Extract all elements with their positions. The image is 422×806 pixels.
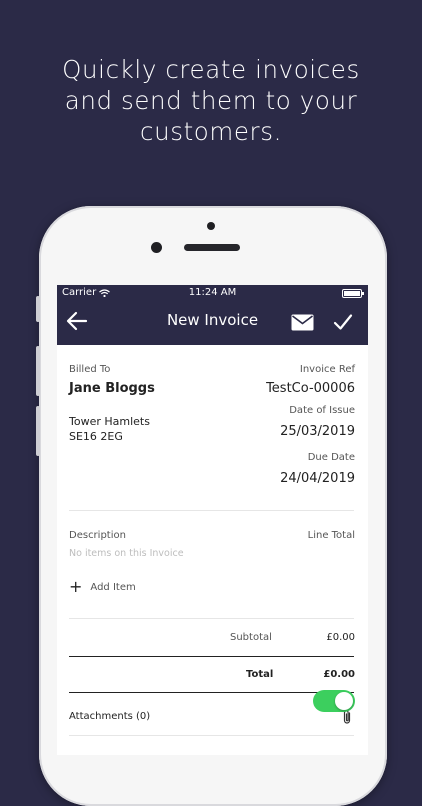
page-title: New Invoice — [166, 311, 259, 329]
plus-icon: + — [69, 577, 83, 596]
items-divider — [69, 618, 354, 619]
volume-down-button — [36, 406, 40, 456]
invoice-ref-label: Invoice Ref — [299, 364, 355, 375]
date-of-issue-value[interactable]: 25/03/2019 — [280, 424, 355, 439]
address-line-1: Tower Hamlets — [69, 415, 150, 428]
subtotal-label: Subtotal — [230, 632, 272, 643]
headline-line-3: customers. — [140, 117, 282, 146]
billed-to-label: Billed To — [69, 364, 111, 375]
add-item-button[interactable]: + Add Item — [69, 577, 136, 596]
customer-name[interactable]: Jane Bloggs — [69, 381, 155, 396]
status-time: 11:24 AM — [188, 287, 237, 298]
due-date-value[interactable]: 24/04/2019 — [280, 471, 355, 486]
address-line-2: SE16 2EG — [69, 430, 123, 443]
section-divider — [69, 510, 354, 511]
envelope-icon — [291, 314, 314, 331]
status-bar: Carrier 11:24 AM — [57, 285, 368, 301]
front-camera — [207, 222, 215, 230]
description-header: Description — [69, 530, 126, 541]
app-screen: Carrier 11:24 AM New Invoice Billed To J… — [57, 285, 368, 755]
subtotal-value: £0.00 — [326, 632, 355, 643]
totals-divider — [69, 656, 354, 658]
headline-line-2: and send them to your — [64, 86, 358, 115]
add-item-label: Add Item — [90, 581, 136, 593]
attachments-label: Attachments (0) — [69, 711, 151, 722]
total-value: £0.00 — [323, 669, 355, 680]
total-label: Total — [246, 669, 274, 680]
promo-headline: Quickly create invoices and send them to… — [0, 54, 422, 147]
checkmark-icon — [333, 314, 353, 330]
attachments-divider — [69, 735, 354, 736]
save-invoice-button[interactable] — [333, 312, 353, 336]
battery-icon — [342, 289, 364, 298]
option-toggle[interactable] — [313, 690, 355, 712]
invoice-ref-value[interactable]: TestCo-00006 — [266, 381, 355, 396]
total-bottom-divider — [69, 692, 354, 694]
volume-up-button — [36, 346, 40, 396]
add-attachment-button[interactable] — [342, 709, 352, 729]
proximity-sensor — [151, 242, 162, 253]
navigation-bar: New Invoice — [57, 301, 368, 345]
date-of-issue-label: Date of Issue — [289, 405, 355, 416]
empty-items-text: No items on this Invoice — [69, 548, 184, 559]
mute-switch — [36, 296, 40, 322]
headline-line-1: Quickly create invoices — [62, 55, 360, 84]
send-email-button[interactable] — [291, 314, 314, 335]
earpiece-speaker — [184, 244, 240, 251]
due-date-label: Due Date — [307, 452, 355, 463]
line-total-header: Line Total — [307, 530, 355, 541]
